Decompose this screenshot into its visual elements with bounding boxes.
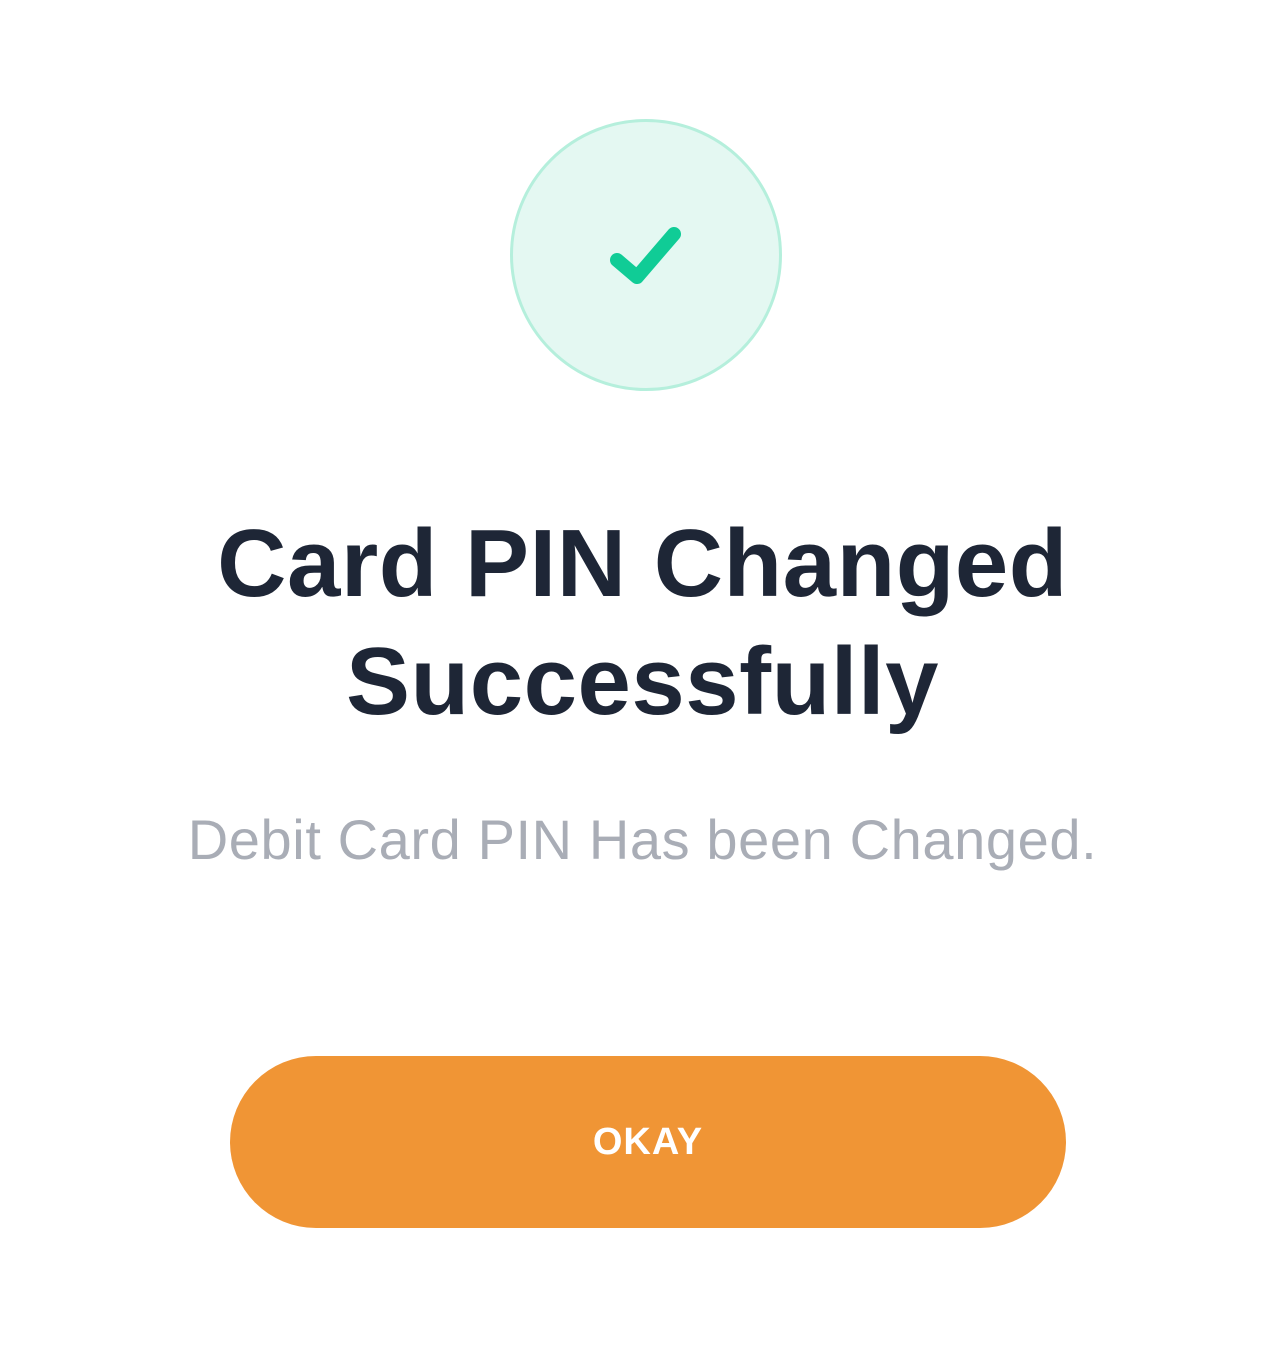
dialog-message: Debit Card PIN Has been Changed. [187, 808, 1098, 871]
okay-button-label: OKAY [592, 1120, 704, 1163]
okay-button[interactable]: OKAY [230, 1056, 1066, 1228]
dialog-title-line-1: Card PIN Changed [217, 510, 1068, 617]
success-badge [510, 119, 782, 391]
checkmark-icon [610, 227, 681, 284]
success-dialog: Card PIN Changed Successfully Debit Card… [0, 0, 1285, 1349]
dialog-title: Card PIN Changed Successfully [0, 505, 1285, 741]
dialog-title-line-2: Successfully [346, 628, 939, 735]
